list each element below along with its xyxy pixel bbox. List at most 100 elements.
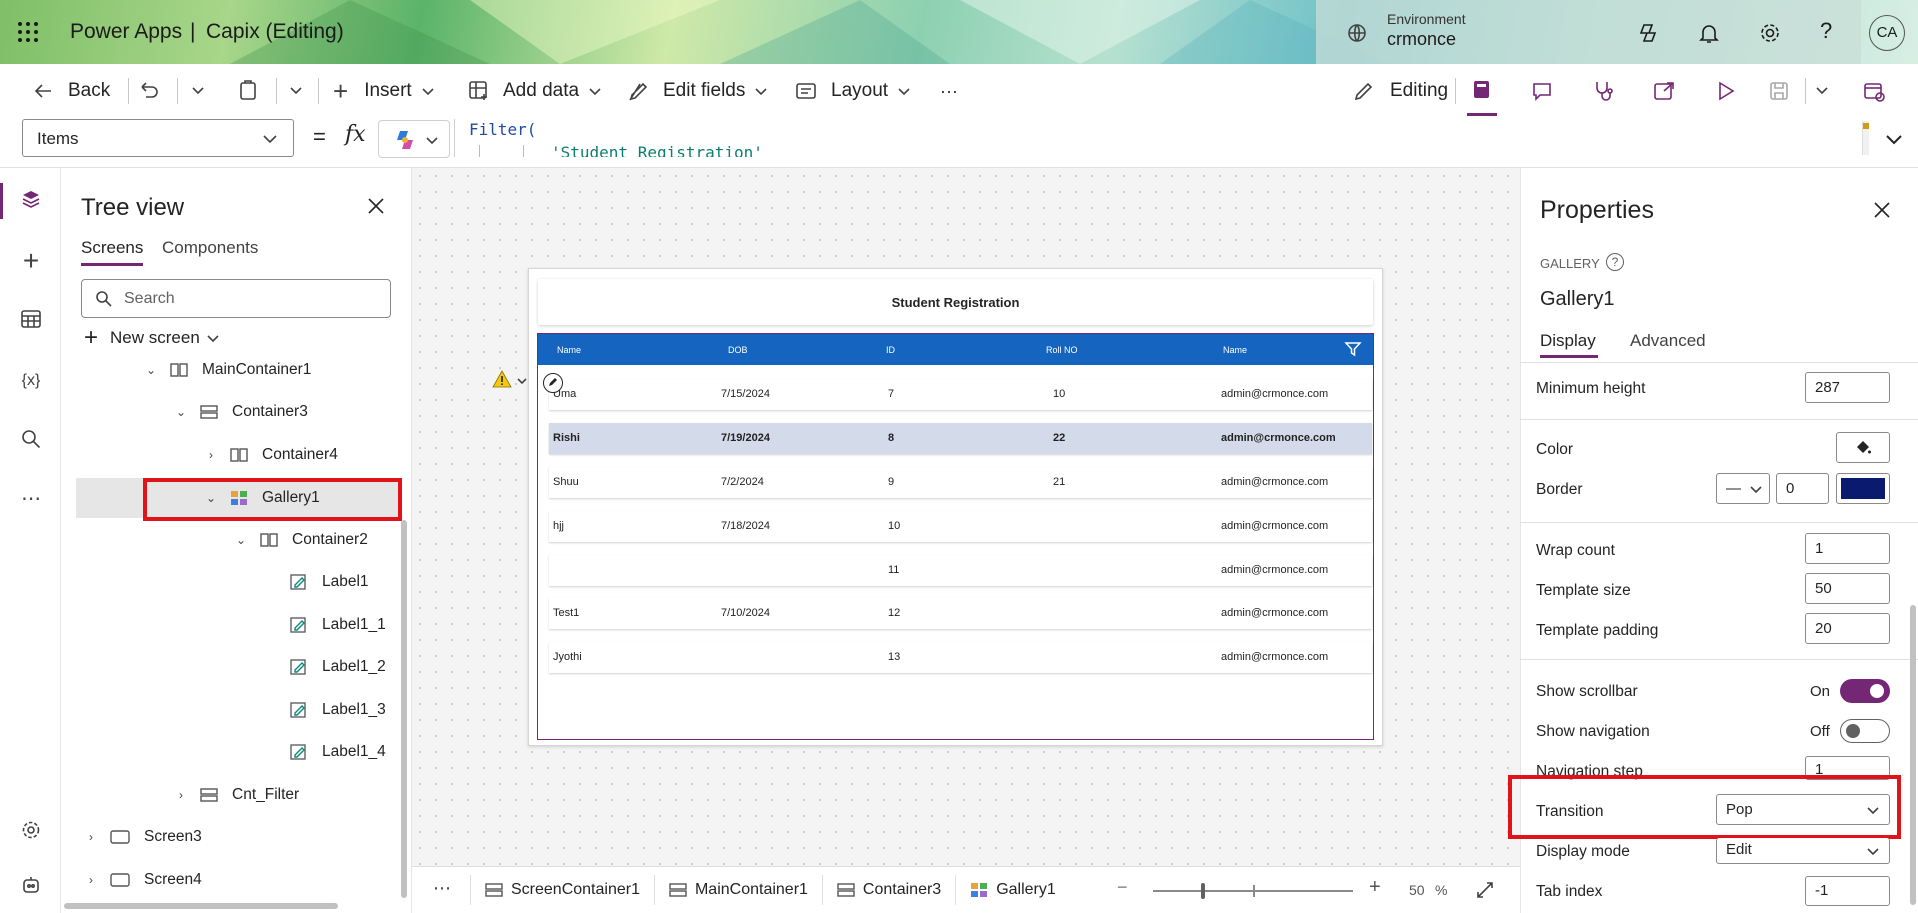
- new-screen-button[interactable]: + New screen: [84, 324, 220, 351]
- title-card[interactable]: Student Registration: [538, 279, 1373, 325]
- more-commands-button[interactable]: ···: [940, 64, 958, 118]
- copilot-icon[interactable]: [1636, 21, 1660, 45]
- control-kind-help-icon[interactable]: ?: [1606, 253, 1624, 271]
- stethoscope-icon[interactable]: [1591, 79, 1615, 108]
- tree-node-label1-4[interactable]: Label1_4: [278, 732, 386, 772]
- gallery-row[interactable]: 11 admin@crmonce.com: [549, 555, 1372, 586]
- virtual-agent-icon[interactable]: [18, 874, 44, 900]
- tree-search-box[interactable]: Search: [81, 279, 391, 318]
- wrap-count-input[interactable]: 1: [1805, 533, 1890, 564]
- app-checker-book-icon[interactable]: [1470, 78, 1494, 107]
- tree-node-container3[interactable]: ⌄ Container3: [174, 392, 308, 432]
- notifications-icon[interactable]: [1697, 21, 1721, 45]
- tab-advanced[interactable]: Advanced: [1630, 331, 1706, 351]
- tree-horizontal-scrollbar[interactable]: [64, 903, 338, 909]
- insert-button[interactable]: + Insert: [333, 64, 436, 118]
- zoom-slider[interactable]: [1153, 883, 1353, 899]
- undo-chevron-icon[interactable]: [190, 82, 206, 103]
- gallery-row[interactable]: Rishi 7/19/2024 8 22 admin@crmonce.com: [549, 423, 1372, 454]
- tree-node-label1-2[interactable]: Label1_2: [278, 647, 386, 687]
- tree-node-screen3[interactable]: › Screen3: [84, 817, 202, 857]
- screen-icon: [110, 830, 130, 844]
- border-color-swatch[interactable]: [1836, 473, 1890, 504]
- gallery-row[interactable]: Test1 7/10/2024 12 admin@crmonce.com: [549, 598, 1372, 629]
- tree-node-screen4[interactable]: › Screen4: [84, 860, 202, 900]
- add-data-button[interactable]: Add data: [467, 64, 603, 118]
- warning-chevron-icon[interactable]: [516, 374, 528, 392]
- copilot-formula-button[interactable]: [378, 120, 450, 158]
- editing-mode-button[interactable]: Editing: [1352, 64, 1448, 118]
- border-width-input[interactable]: 0: [1776, 473, 1829, 504]
- tab-index-input[interactable]: -1: [1805, 876, 1890, 906]
- zoom-slider-thumb[interactable]: [1201, 883, 1205, 899]
- tab-screens[interactable]: Screens: [81, 238, 143, 258]
- save-chevron-icon[interactable]: [1814, 82, 1830, 103]
- show-scrollbar-toggle[interactable]: [1840, 679, 1890, 703]
- publish-icon[interactable]: [1862, 79, 1886, 108]
- show-navigation-toggle[interactable]: [1840, 719, 1890, 743]
- share-icon[interactable]: [1652, 79, 1676, 108]
- layout-button[interactable]: Layout: [795, 64, 912, 118]
- properties-scrollbar[interactable]: [1910, 605, 1916, 905]
- tree-node-cnt-filter[interactable]: › Cnt_Filter: [174, 775, 299, 815]
- edit-fields-button[interactable]: Edit fields: [627, 64, 769, 118]
- close-tree-icon[interactable]: [366, 196, 386, 221]
- tab-display[interactable]: Display: [1540, 331, 1596, 351]
- rail-settings-icon[interactable]: [18, 819, 44, 845]
- tree-vertical-scrollbar[interactable]: [401, 520, 407, 898]
- edit-template-icon[interactable]: [543, 373, 563, 393]
- breadcrumb-screencontainer1[interactable]: ScreenContainer1: [470, 874, 654, 905]
- gallery-row[interactable]: Uma 7/15/2024 7 10 admin@crmonce.com: [549, 379, 1372, 410]
- tree-node-label1-1[interactable]: Label1_1: [278, 605, 386, 645]
- breadcrumb-container3[interactable]: Container3: [821, 874, 955, 905]
- formula-editor[interactable]: Filter( 'Student Registration': [454, 119, 1864, 157]
- save-icon[interactable]: [1767, 79, 1791, 108]
- paste-icon[interactable]: [236, 78, 260, 107]
- min-height-input[interactable]: 287: [1805, 372, 1890, 403]
- breadcrumb-gallery1[interactable]: Gallery1: [955, 874, 1070, 905]
- gallery-row[interactable]: Jyothi 13 admin@crmonce.com: [549, 642, 1372, 673]
- filter-icon[interactable]: [1344, 340, 1362, 363]
- insert-plus-icon[interactable]: +: [18, 247, 44, 275]
- property-dropdown[interactable]: Items: [22, 119, 294, 157]
- settings-icon[interactable]: [1758, 21, 1782, 45]
- tree-node-container2[interactable]: ⌄ Container2: [234, 520, 368, 560]
- help-icon[interactable]: ?: [1820, 18, 1832, 44]
- more-icon[interactable]: ⋯: [18, 486, 44, 512]
- close-properties-icon[interactable]: [1872, 200, 1892, 225]
- display-mode-dropdown[interactable]: Edit: [1716, 838, 1890, 864]
- tree-view-layers-icon[interactable]: [18, 188, 44, 214]
- template-padding-input[interactable]: 20: [1805, 613, 1890, 644]
- zoom-out-button[interactable]: −: [1117, 877, 1128, 898]
- zoom-in-button[interactable]: +: [1369, 876, 1381, 899]
- preview-play-icon[interactable]: [1713, 79, 1737, 108]
- breadcrumb-more-button[interactable]: ⋯: [433, 878, 451, 899]
- border-style-dropdown[interactable]: —: [1716, 473, 1770, 504]
- expand-formula-icon[interactable]: [1884, 129, 1904, 154]
- search-icon[interactable]: [18, 428, 44, 454]
- variables-icon[interactable]: {x}: [18, 368, 44, 394]
- data-table-icon[interactable]: [18, 308, 44, 334]
- breadcrumb-maincontainer1[interactable]: MainContainer1: [653, 874, 822, 905]
- template-size-input[interactable]: 50: [1805, 573, 1890, 604]
- color-picker-button[interactable]: [1836, 432, 1890, 463]
- tree-node-label1-3[interactable]: Label1_3: [278, 690, 386, 730]
- fit-to-window-icon[interactable]: [1475, 880, 1495, 905]
- tree-node-label1[interactable]: Label1: [278, 562, 369, 602]
- row-name: Jyothi: [553, 651, 582, 663]
- gallery-row[interactable]: hjj 7/18/2024 10 admin@crmonce.com: [549, 511, 1372, 542]
- header-col-name: Name: [557, 345, 582, 355]
- environment-name: crmonce: [1387, 29, 1457, 49]
- tree-node-container4[interactable]: › Container4: [204, 435, 338, 475]
- avatar[interactable]: CA: [1869, 15, 1905, 51]
- undo-icon[interactable]: [137, 78, 161, 107]
- paste-chevron-icon[interactable]: [288, 82, 304, 103]
- tab-components[interactable]: Components: [162, 238, 258, 258]
- comments-icon[interactable]: [1530, 79, 1554, 108]
- app-launcher-icon[interactable]: [16, 20, 40, 44]
- warning-icon[interactable]: [492, 370, 512, 393]
- tree-node-maincontainer1[interactable]: ⌄ MainContainer1: [144, 350, 311, 390]
- back-button[interactable]: Back: [32, 64, 110, 118]
- gallery-row[interactable]: Shuu 7/2/2024 9 21 admin@crmonce.com: [549, 467, 1372, 498]
- row-id: 10: [888, 520, 901, 532]
